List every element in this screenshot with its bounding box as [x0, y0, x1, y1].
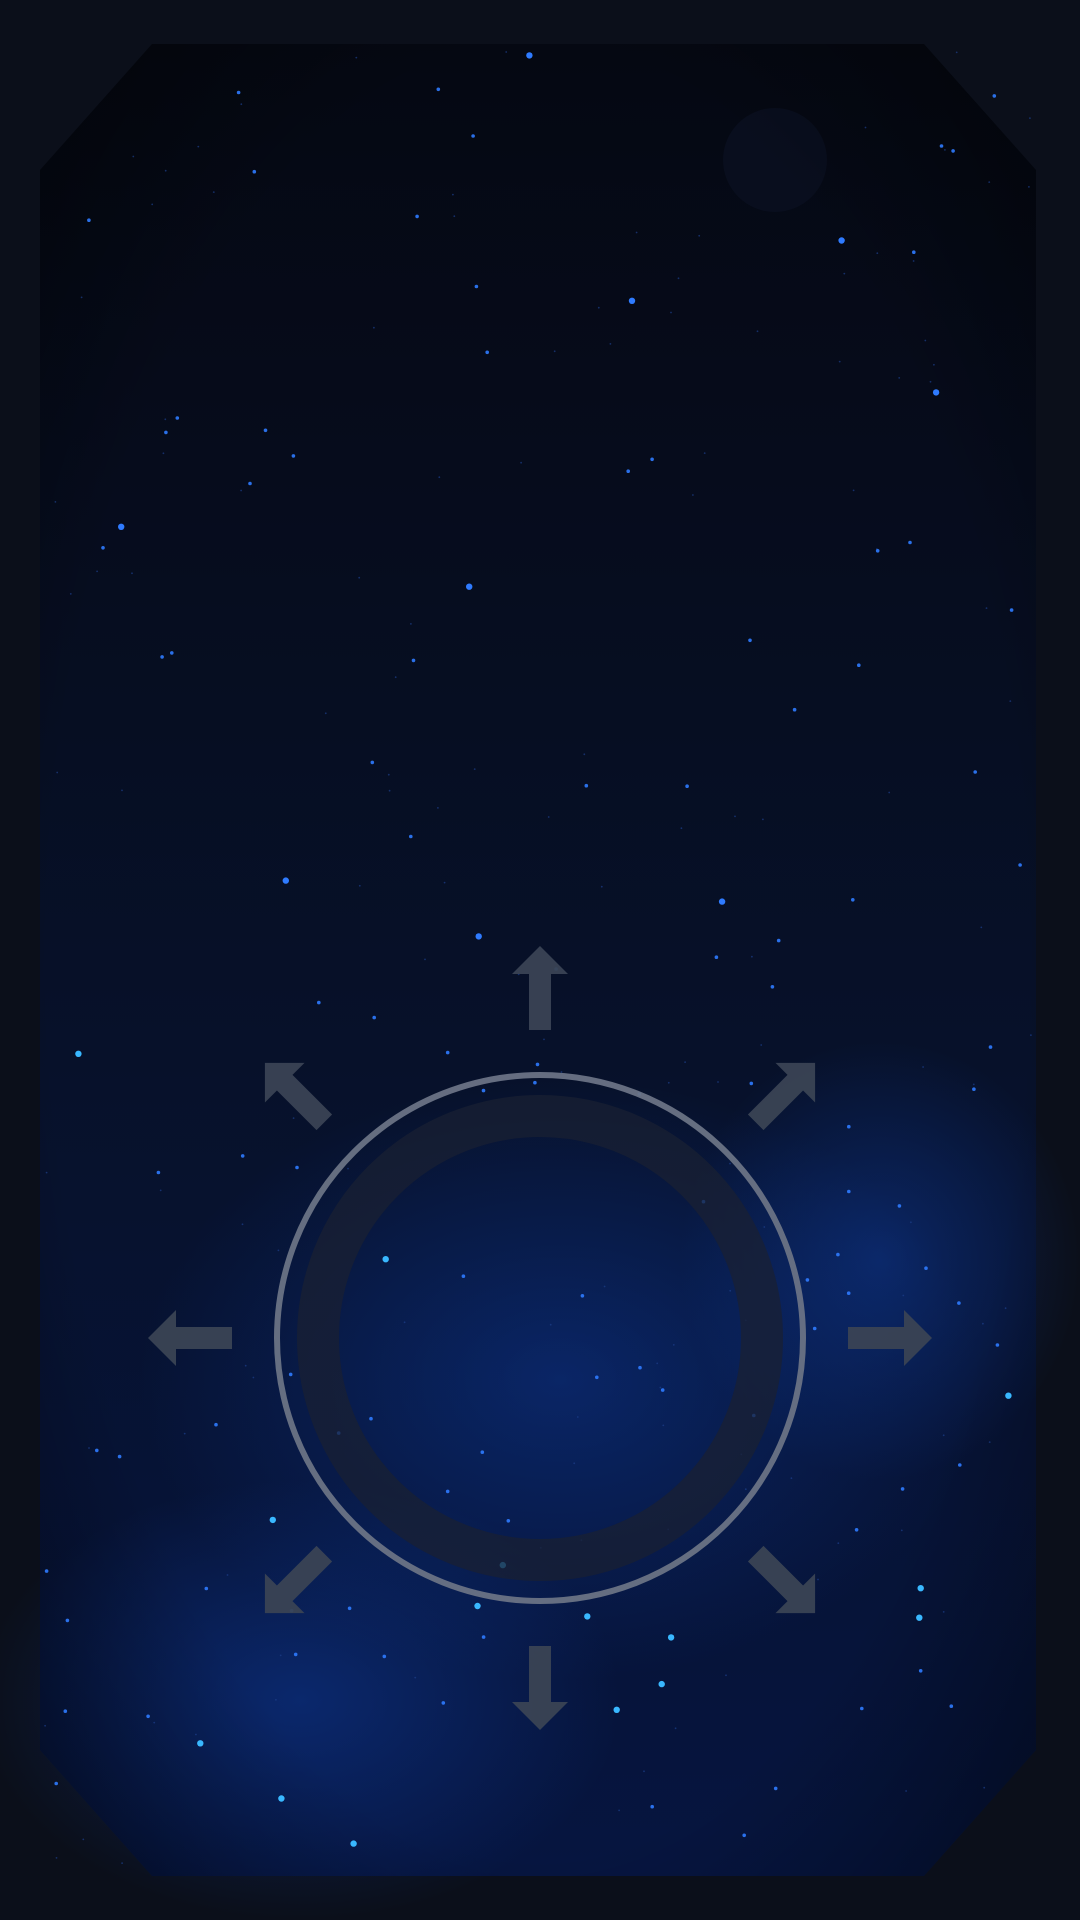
- joystick-ring[interactable]: [274, 1072, 806, 1604]
- arrow-left-icon[interactable]: [148, 1310, 232, 1366]
- arrow-up-right-icon[interactable]: [736, 1043, 835, 1142]
- joystick-inner-shadow: [297, 1095, 783, 1581]
- joystick-base: [274, 1072, 806, 1604]
- arrow-up-icon[interactable]: [512, 946, 568, 1030]
- arrow-down-icon[interactable]: [512, 1646, 568, 1730]
- arrow-right-icon[interactable]: [848, 1310, 932, 1366]
- arrow-down-left-icon[interactable]: [245, 1534, 344, 1633]
- arrow-up-left-icon[interactable]: [245, 1043, 344, 1142]
- game-screen: [0, 0, 1080, 1920]
- virtual-joystick: [148, 946, 932, 1730]
- arrow-down-right-icon[interactable]: [736, 1534, 835, 1633]
